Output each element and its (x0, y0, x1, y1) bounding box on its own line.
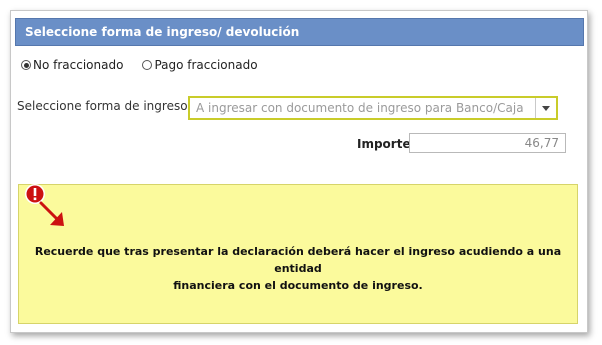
importe-field[interactable] (409, 133, 566, 153)
info-alert: Recuerde que tras presentar la declaraci… (18, 184, 578, 324)
payment-method-select[interactable]: A ingresar con documento de ingreso para… (188, 96, 558, 120)
payment-method-label: Seleccione forma de ingreso: (17, 99, 192, 113)
select-value: A ingresar con documento de ingreso para… (196, 101, 524, 115)
importe-label: Importe (357, 137, 411, 151)
alert-message-line2: financiera con el documento de ingreso. (173, 279, 423, 292)
payment-mode-radio-group: No fraccionado Pago fraccionado (21, 58, 277, 72)
alert-message-line1: Recuerde que tras presentar la declaraci… (34, 245, 562, 275)
radio-pago-fraccionado[interactable]: Pago fraccionado (142, 58, 258, 72)
chevron-down-icon[interactable] (535, 98, 556, 118)
radio-no-fraccionado[interactable]: No fraccionado (21, 58, 123, 72)
section-header: Seleccione forma de ingreso/ devolución (15, 18, 584, 46)
arrow-down-right-icon (39, 201, 64, 226)
payment-form-panel: Seleccione forma de ingreso/ devolución … (10, 10, 588, 333)
radio-label: Pago fraccionado (154, 58, 258, 72)
radio-label: No fraccionado (33, 58, 124, 72)
alert-message: Recuerde que tras presentar la declaraci… (29, 243, 567, 294)
radio-button-checked[interactable] (21, 60, 31, 70)
radio-button[interactable] (142, 60, 153, 70)
